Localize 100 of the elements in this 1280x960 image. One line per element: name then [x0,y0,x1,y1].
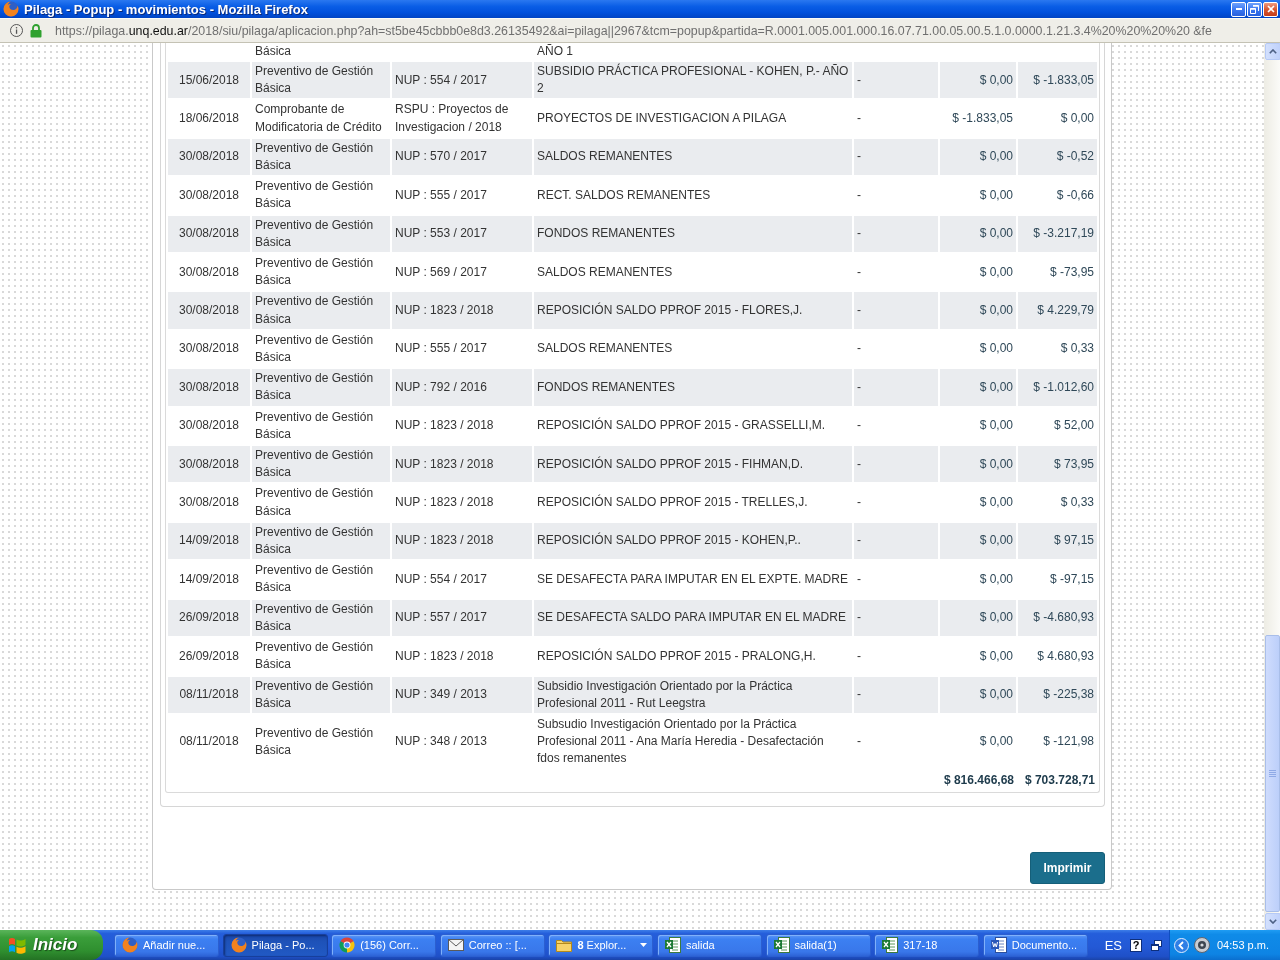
table-cell: - [854,599,938,637]
table-cell: Preventivo de Gestión Básica [252,62,390,99]
table-cell: $ 0,00 [940,522,1016,560]
table-cell: Preventivo de Gestión Básica [252,369,390,406]
spreadsheet-icon [882,937,899,953]
table-cell: SUBSIDIO PRÁCTICA PROFESIONAL - KOHEN, P.- AÑO 2 [534,62,852,99]
table-cell: - [854,676,938,713]
disc-icon[interactable] [1194,937,1210,953]
table-cell: - [854,138,938,176]
chevron-down-icon [1269,919,1277,924]
close-button[interactable] [1263,1,1278,17]
table-cell: $ -4.680,93 [1018,599,1097,637]
table-cell: Preventivo de Gestión Básica [252,522,390,560]
spreadsheet-icon [664,937,681,953]
window-title: Pilaga - Popup - movimientos - Mozilla Firefox [24,1,308,17]
url-field[interactable]: https://pilaga.unq.edu.ar/2018/siu/pilaga/aplicacion.php?ah=st5be45cbbb0e8d3.26135492&ai=pilaga||2967&tcm=popup&partida=R.0001.005.001.000.16.07.71.00.05.00.5.1.0.0000.1.21.3.4%20%20%20%20 &fe [55,22,1212,39]
table-cell: Preventivo de Gestión Básica [252,138,390,176]
taskbar-button[interactable]: Documento... [982,933,1088,957]
table-cell: Preventivo de Gestión Básica [252,676,390,713]
table-cell: $ 0,00 [940,446,1016,483]
table-cell: NUP : 1823 / 2018 [392,446,532,483]
table-cell: FONDOS REMANENTES [534,215,852,253]
minimize-icon [1235,8,1242,10]
table-cell: NUP : 349 / 2013 [392,676,532,713]
table-cell: $ -1.833,05 [1018,62,1097,99]
table-cell: Subsidio Investigación Orientado por la Práctica Profesional 2011 - Rut Leegstra [534,676,852,713]
table-cell: NUP : 792 / 2016 [392,369,532,406]
scrollbar-thumb[interactable] [1265,635,1280,912]
language-indicator[interactable]: ES [1104,937,1122,953]
restore-icon [1250,4,1259,14]
table-cell: 14/09/2018 [168,522,250,560]
stacked-windows-icon[interactable] [1151,939,1162,951]
start-button[interactable]: Inicio [0,930,103,960]
table-cell: 30/08/2018 [168,215,250,253]
document-icon [990,937,1007,953]
table-cell: $ -225,38 [1018,676,1097,713]
table-cell: 30/08/2018 [168,138,250,176]
table-cell: $ 0,00 [940,599,1016,637]
table-cell: NUP : 1823 / 2018 [392,292,532,329]
table-cell: $ 0,00 [940,215,1016,253]
restore-button[interactable] [1247,1,1262,17]
table-cell: REPOSICIÓN SALDO PPROF 2015 - FIHMAN,D. [534,446,852,483]
table-cell: $ 0,00 [940,292,1016,329]
table-cell: Preventivo de Gestión Básica [252,599,390,637]
globe-icon [122,937,138,953]
table-cell: Preventivo de Gestión Básica [252,215,390,253]
table-cell: $ 73,95 [1018,446,1097,483]
table-cell: $ 97,15 [1018,522,1097,560]
help-button[interactable]: ? [1130,938,1142,952]
table-cell: NUP : 1823 / 2018 [392,522,532,560]
taskbar-button[interactable]: 8 Explor... [548,933,654,957]
chevron-circle-icon[interactable] [1174,937,1189,953]
clock[interactable]: 04:53 p.m. [1217,939,1269,951]
table-cell: - [854,62,938,99]
globe-icon [3,1,19,17]
table-cell: NUP : 570 / 2017 [392,138,532,176]
table-cell: $ 4.229,79 [1018,292,1097,329]
table-cell: - [854,215,938,253]
table-cell: 30/08/2018 [168,369,250,406]
taskbar-button[interactable]: (156) Corr... [331,933,437,957]
table-cell: - [854,369,938,406]
envelope-icon [447,939,464,951]
table-cell: $ -3.217,19 [1018,215,1097,253]
print-button[interactable]: Imprimir [1030,851,1105,884]
table-cell: - [854,522,938,560]
table-cell: - [854,292,938,329]
table-cell: $ -1.012,60 [1018,369,1097,406]
taskbar-button[interactable]: Pilaga - Po... [222,933,328,957]
close-icon [1266,5,1275,13]
table-cell: REPOSICIÓN SALDO PPROF 2015 - FLORES,J. [534,292,852,329]
table-cell: SE DESAFECTA SALDO PARA IMPUTAR EN EL MADRE [534,599,852,637]
taskbar-button[interactable]: 317-18 [874,933,980,957]
table-cell: 15/06/2018 [168,62,250,99]
globe-icon [230,937,247,953]
table-cell: - [854,446,938,483]
info-icon[interactable] [10,24,23,37]
minimize-button[interactable] [1231,1,1246,17]
table-cell: Preventivo de Gestión Básica [252,292,390,329]
table-cell: $ 0,00 [940,138,1016,176]
caret-icon [640,943,648,947]
taskbar-button[interactable]: salida [656,933,762,957]
lock-icon[interactable] [30,23,42,38]
table-cell: NUP : 554 / 2017 [392,62,532,99]
scroll-up-button[interactable] [1265,43,1280,60]
table-cell: $ -0,52 [1018,138,1097,176]
flag-icon [8,936,28,954]
grip-icon [1269,769,1276,778]
table-cell: 30/08/2018 [168,292,250,329]
table-cell: 30/08/2018 [168,446,250,483]
taskbar-button[interactable]: Correo :: [... [439,933,545,957]
scroll-down-button[interactable] [1265,913,1280,930]
table-cell: $ 0,00 [940,676,1016,713]
table-cell: SALDOS REMANENTES [534,138,852,176]
table-cell: REPOSICIÓN SALDO PPROF 2015 - KOHEN,P.. [534,522,852,560]
taskbar-button[interactable]: salida(1) [765,933,871,957]
table-cell: Preventivo de Gestión Básica [252,446,390,483]
chevron-up-icon [1269,49,1277,54]
table-cell: NUP : 557 / 2017 [392,599,532,637]
table-cell: NUP : 553 / 2017 [392,215,532,253]
taskbar-button[interactable]: Añadir nue... [114,933,219,957]
